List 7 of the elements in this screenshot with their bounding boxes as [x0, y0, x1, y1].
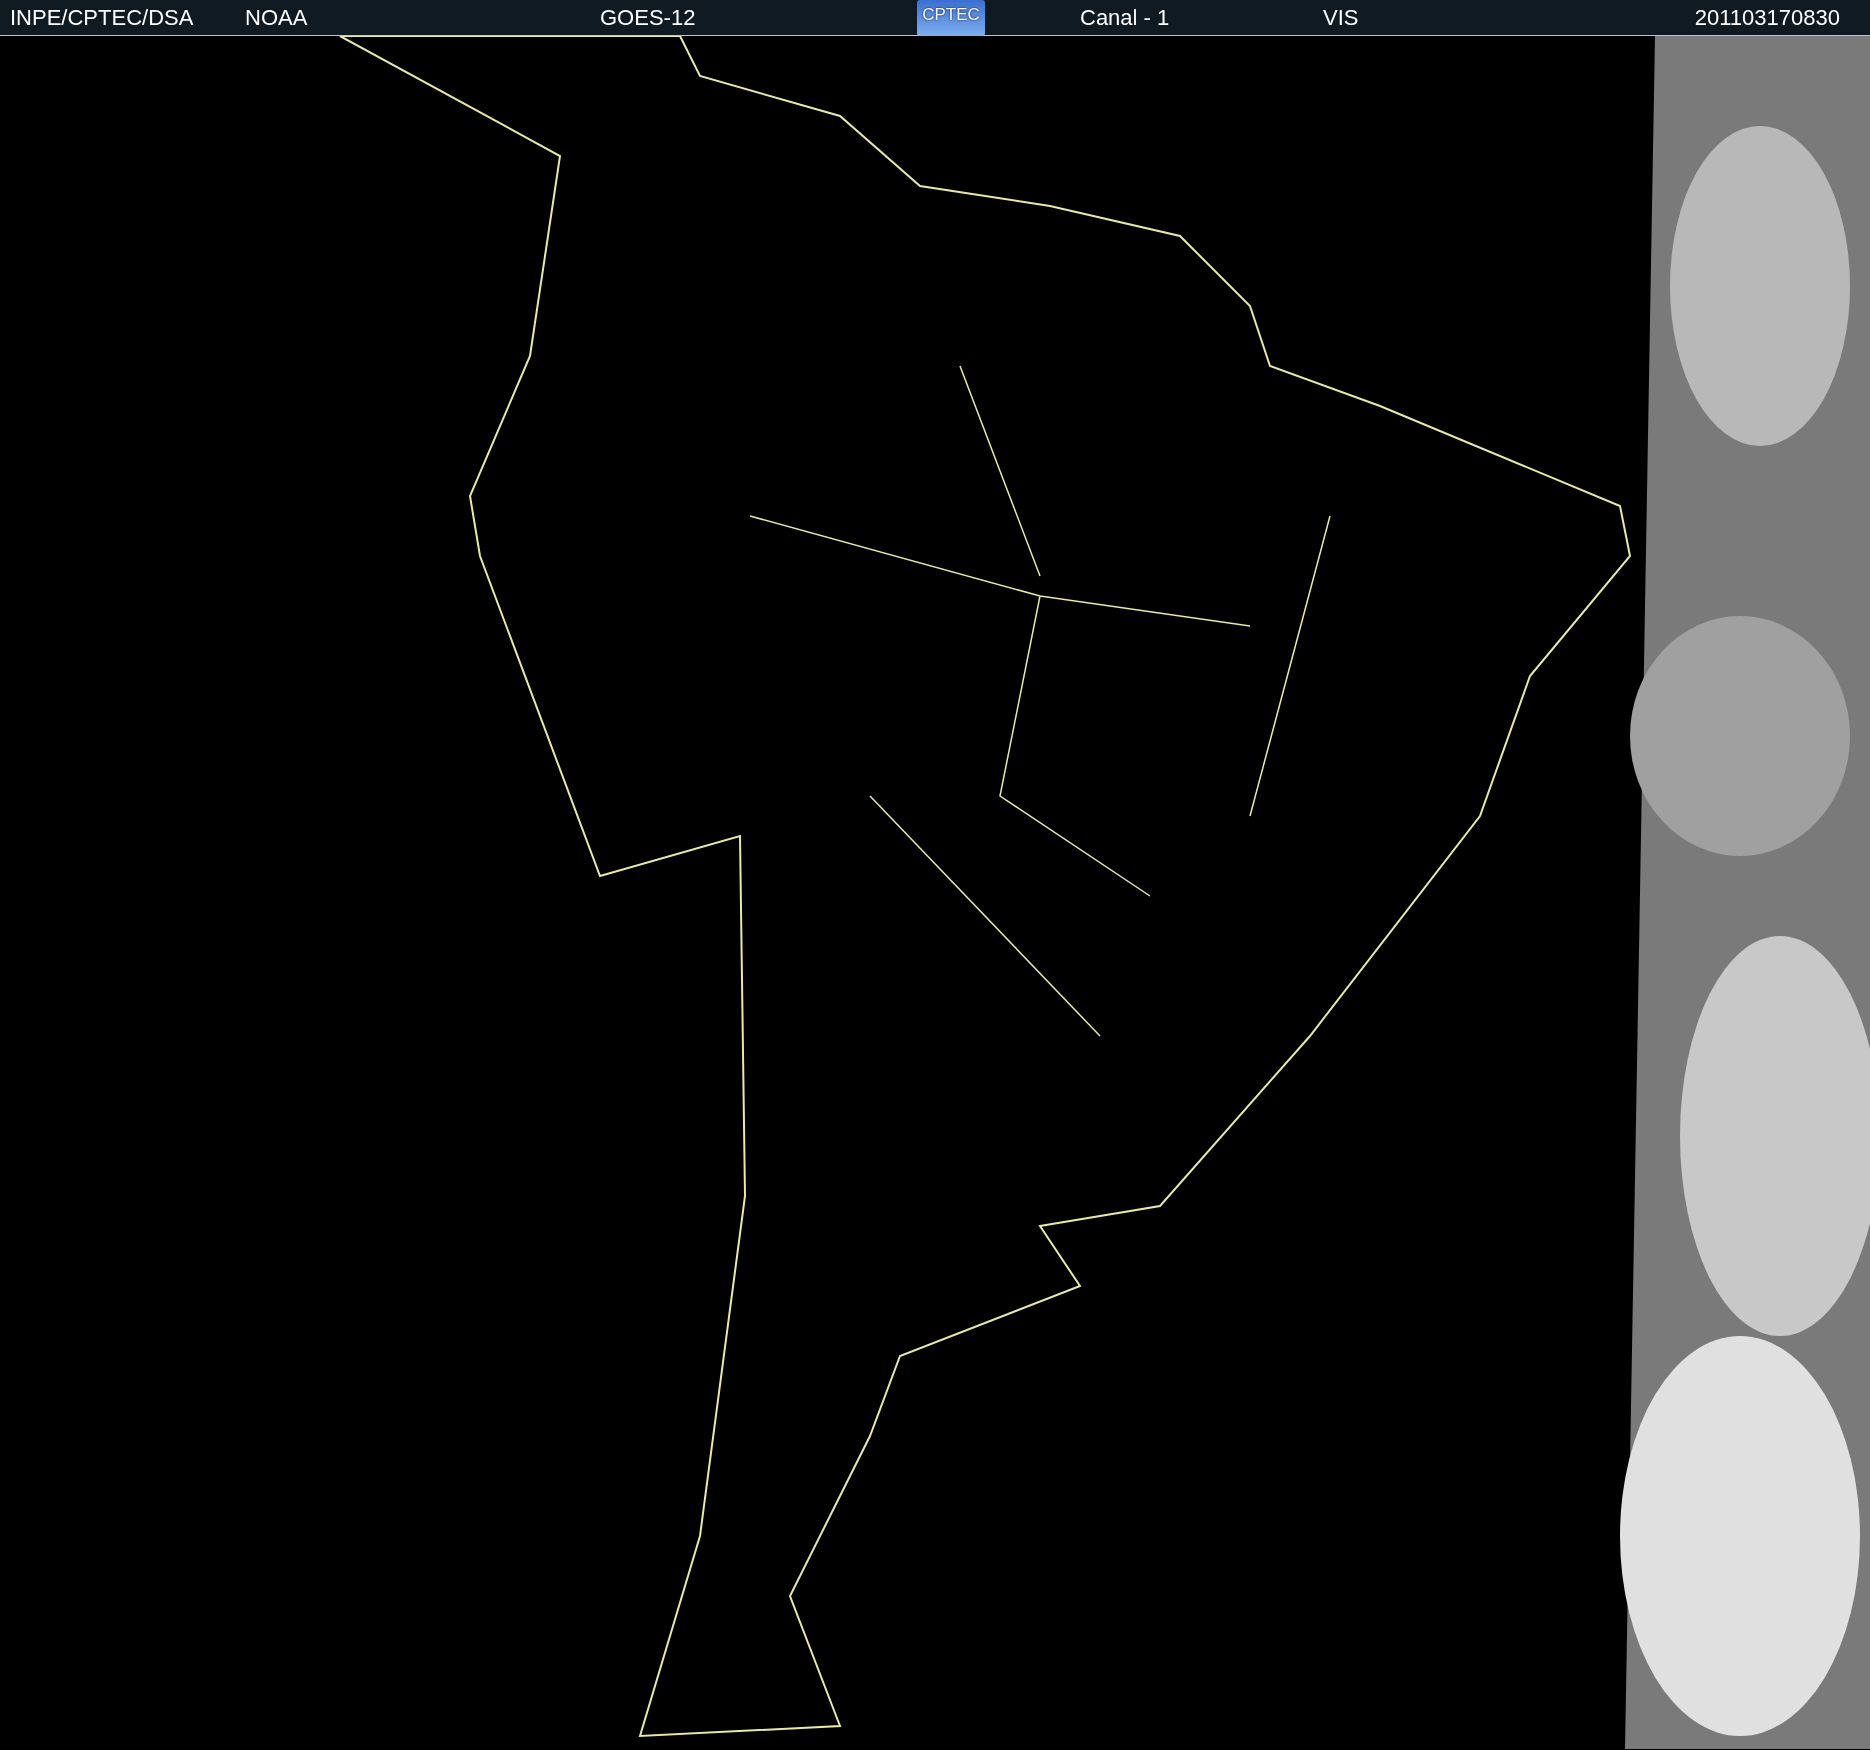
header-label: VIS — [1323, 4, 1359, 32]
header-label: 201103170830 — [1694, 4, 1840, 32]
header-label: Canal - 1 — [1080, 4, 1170, 32]
header-label: NOAA — [245, 4, 308, 32]
header-label: GOES-12 — [600, 4, 696, 32]
logo: CPTEC — [917, 0, 985, 36]
header-label: INPE/CPTEC/DSA — [10, 4, 194, 32]
